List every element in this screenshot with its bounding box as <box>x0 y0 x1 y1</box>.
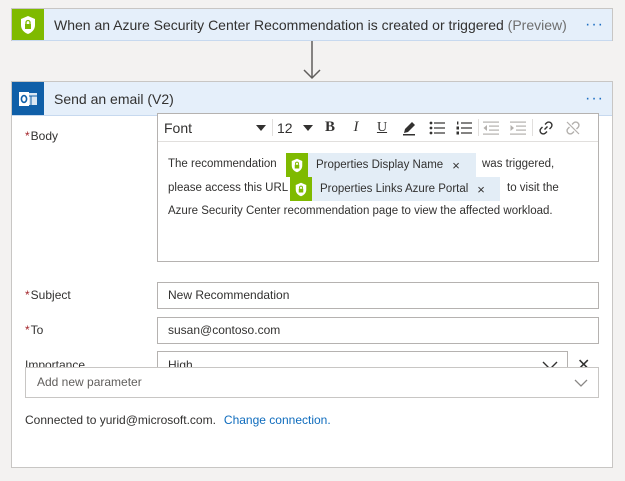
to-input[interactable]: susan@contoso.com <box>157 317 599 344</box>
editor-toolbar: Font 12 B I U <box>158 114 598 142</box>
font-family-value: Font <box>164 119 193 136</box>
font-family-select[interactable]: Font <box>164 118 266 137</box>
trigger-card[interactable]: When an Azure Security Center Recommenda… <box>11 8 613 41</box>
required-marker: * <box>25 288 30 302</box>
dynamic-token-display-name[interactable]: Properties Display Name × <box>286 153 476 177</box>
increase-indent-icon[interactable] <box>509 118 527 137</box>
preview-badge: (Preview) <box>507 17 567 33</box>
font-size-value: 12 <box>277 119 293 136</box>
add-parameter-placeholder: Add new parameter <box>37 375 142 389</box>
token-label: Properties Display Name <box>316 159 444 171</box>
trigger-title: When an Azure Security Center Recommenda… <box>54 17 567 33</box>
body-text-line3: Azure Security Center recommendation pag… <box>168 205 553 217</box>
insert-link-icon[interactable] <box>537 118 555 137</box>
body-label: *Body <box>25 129 58 143</box>
action-more-menu-button[interactable]: ··· <box>585 91 604 107</box>
numbered-list-icon[interactable] <box>455 118 473 137</box>
to-label-text: To <box>30 323 44 337</box>
subject-value: New Recommendation <box>168 288 290 302</box>
to-value: susan@contoso.com <box>168 323 281 337</box>
remove-token-button[interactable]: × <box>452 158 460 173</box>
remove-token-button[interactable]: × <box>477 182 485 197</box>
dynamic-token-portal-link[interactable]: Properties Links Azure Portal × <box>290 177 500 201</box>
required-marker: * <box>25 129 30 143</box>
highlight-pen-icon[interactable] <box>400 118 418 137</box>
toolbar-divider <box>478 119 479 136</box>
subject-label-text: Subject <box>30 288 71 302</box>
send-email-header[interactable]: Send an email (V2) ··· <box>12 82 612 116</box>
body-text-line2: please access this URL <box>168 182 289 194</box>
subject-label: *Subject <box>25 288 71 302</box>
underline-button[interactable]: U <box>373 118 391 137</box>
trigger-header[interactable]: When an Azure Security Center Recommenda… <box>12 9 612 41</box>
chevron-down-icon <box>574 379 588 387</box>
security-center-trigger-icon <box>12 9 44 40</box>
body-text-line1-end: was triggered, <box>482 158 555 170</box>
remove-link-icon[interactable] <box>564 118 582 137</box>
size-caret-icon <box>303 124 313 131</box>
send-email-title: Send an email (V2) <box>54 91 174 107</box>
body-text-line2-end: to visit the <box>507 182 559 194</box>
bulleted-list-icon[interactable] <box>428 118 446 137</box>
token-label: Properties Links Azure Portal <box>320 183 469 195</box>
send-email-card: Send an email (V2) ··· *Body Font 12 B I… <box>11 81 613 468</box>
subject-input[interactable]: New Recommendation <box>157 282 599 309</box>
font-caret-icon <box>256 124 266 131</box>
connector-arrow <box>303 41 321 80</box>
required-marker: * <box>25 323 30 337</box>
connection-text: Connected to yurid@microsoft.com. <box>25 413 216 427</box>
font-size-select[interactable]: 12 <box>277 118 313 137</box>
bold-button[interactable]: B <box>321 118 339 137</box>
toolbar-divider <box>532 119 533 136</box>
toolbar-divider <box>272 119 273 136</box>
change-connection-link[interactable]: Change connection. <box>224 413 331 427</box>
outlook-icon <box>12 82 44 115</box>
body-text-line1: The recommendation <box>168 158 277 170</box>
connection-info: Connected to yurid@microsoft.com. Change … <box>25 413 331 427</box>
add-new-parameter-dropdown[interactable]: Add new parameter <box>25 367 599 398</box>
to-label: *To <box>25 323 43 337</box>
decrease-indent-icon[interactable] <box>482 118 500 137</box>
trigger-title-text: When an Azure Security Center Recommenda… <box>54 17 504 33</box>
security-lock-icon <box>290 177 312 201</box>
italic-button[interactable]: I <box>347 118 365 137</box>
body-editor[interactable]: Font 12 B I U The recommendation Propert… <box>157 113 599 262</box>
trigger-more-menu-button[interactable]: ··· <box>585 17 604 33</box>
security-lock-icon <box>286 153 308 177</box>
body-label-text: Body <box>30 129 59 143</box>
